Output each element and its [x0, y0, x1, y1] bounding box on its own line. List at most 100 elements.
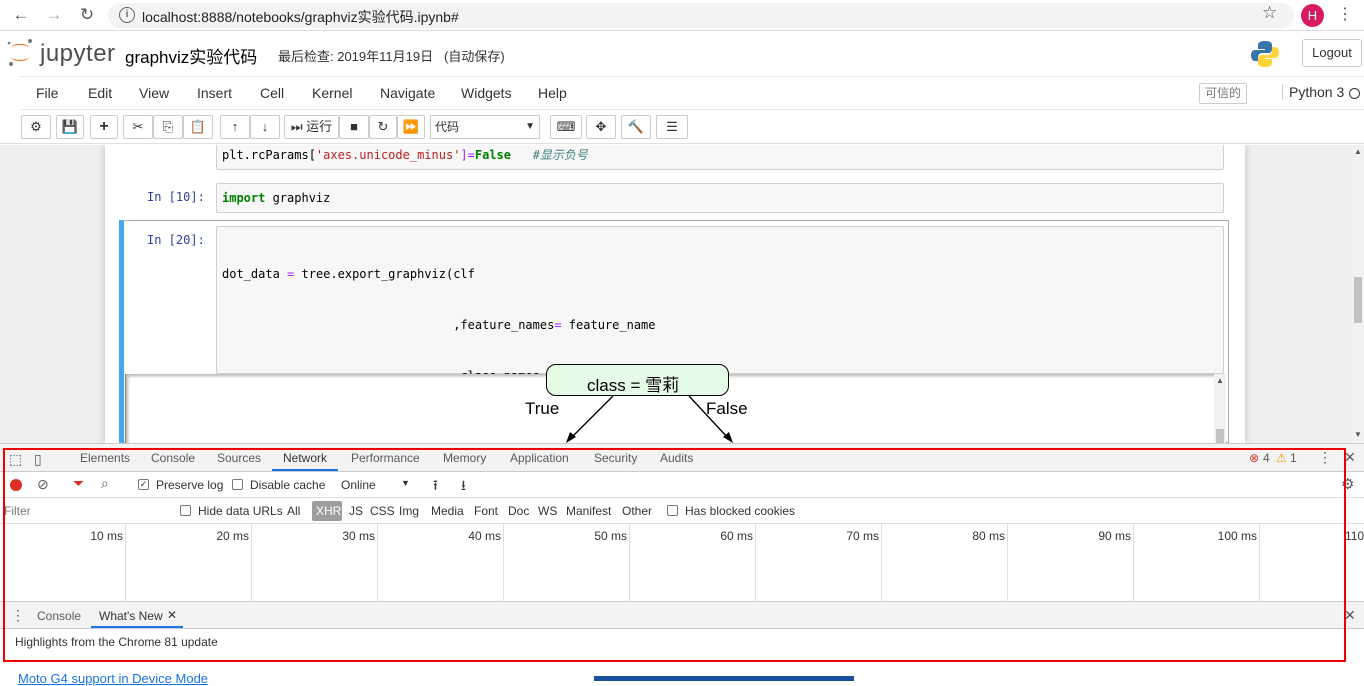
type-manifest[interactable]: Manifest — [566, 504, 611, 518]
type-ws[interactable]: WS — [538, 504, 557, 518]
address-bar[interactable]: i localhost:8888/notebooks/graphviz实验代码.… — [108, 3, 1294, 28]
cell-10-prompt: In [10]: — [147, 190, 205, 204]
throttle-select[interactable]: Online — [341, 478, 376, 492]
site-info-icon[interactable]: i — [119, 7, 135, 23]
insert-cell-icon[interactable]: + — [90, 115, 118, 139]
warning-icon[interactable]: ⚠ — [1276, 451, 1287, 465]
cell-20-code[interactable]: dot_data = tree.export_graphviz(clf ,fea… — [216, 226, 1224, 434]
device-toolbar-icon[interactable]: ▯ — [34, 451, 42, 468]
error-count[interactable]: 4 — [1263, 451, 1270, 465]
tab-application[interactable]: Application — [510, 451, 569, 465]
import-har-icon[interactable]: ⭱ — [433, 475, 438, 499]
menu-insert[interactable]: Insert — [197, 85, 232, 101]
type-all[interactable]: All — [287, 504, 300, 518]
notebook-scrollbar[interactable]: ▲ ▼ — [1352, 145, 1364, 443]
output-area[interactable]: class = 雪莉 True False ▲ — [125, 364, 1226, 443]
drawer-tab-whats-new[interactable]: What's New — [99, 609, 163, 623]
trusted-indicator[interactable]: 可信的 — [1199, 83, 1248, 104]
type-img[interactable]: Img — [399, 504, 419, 518]
type-css[interactable]: CSS — [370, 504, 395, 518]
network-timeline[interactable]: 10 ms 20 ms 30 ms 40 ms 50 ms 60 ms 70 m… — [0, 524, 1364, 602]
disable-cache-checkbox[interactable] — [232, 479, 243, 490]
drawer-menu-icon[interactable]: ⋮ — [11, 607, 25, 624]
keyboard-icon[interactable]: ⌨ — [550, 115, 582, 139]
move-down-icon[interactable]: ↓ — [250, 115, 280, 139]
filter-funnel-icon[interactable]: ⏷ — [73, 475, 84, 492]
close-tab-icon[interactable]: ✕ — [167, 608, 177, 622]
tab-audits[interactable]: Audits — [660, 451, 693, 465]
drawer-tab-console[interactable]: Console — [37, 609, 81, 623]
has-blocked-cookies-checkbox[interactable] — [667, 505, 678, 516]
jupyter-logo[interactable]: jupyter — [6, 37, 116, 67]
network-settings-gear-icon[interactable]: ⚙ — [1341, 475, 1354, 493]
reload-icon[interactable]: ↻ — [76, 4, 98, 26]
type-other[interactable]: Other — [622, 504, 652, 518]
export-har-icon[interactable]: ⭳ — [461, 475, 466, 499]
restart-run-all-icon[interactable]: ⏩ — [397, 115, 425, 139]
hide-data-urls-checkbox[interactable] — [180, 505, 191, 516]
output-scrollbar[interactable]: ▲ — [1214, 374, 1226, 443]
tab-network[interactable]: Network — [283, 451, 327, 465]
back-arrow-icon[interactable]: ← — [10, 4, 32, 26]
timeline-label: 70 ms — [846, 529, 879, 543]
forward-arrow-icon[interactable]: → — [43, 4, 65, 26]
crosshair-icon[interactable]: ✥ — [586, 115, 616, 139]
devtools-menu-icon[interactable]: ⋮ — [1318, 449, 1332, 466]
previous-cell-code[interactable]: plt.rcParams['axes.unicode_minus']=False… — [216, 145, 1224, 170]
list-icon[interactable]: ☰ — [656, 115, 688, 139]
close-devtools-icon[interactable]: ✕ — [1344, 449, 1356, 466]
type-js[interactable]: JS — [349, 504, 363, 518]
bookmark-star-icon[interactable]: ☆ — [1262, 3, 1277, 23]
tab-sources[interactable]: Sources — [217, 451, 261, 465]
type-doc[interactable]: Doc — [508, 504, 529, 518]
tab-elements[interactable]: Elements — [80, 451, 130, 465]
type-xhr-active[interactable]: XHR — [312, 501, 342, 521]
restart-icon[interactable]: ↻ — [369, 115, 397, 139]
run-button[interactable]: ⏭ 运行 — [284, 115, 339, 139]
cell-10-code[interactable]: import graphviz — [216, 183, 1224, 213]
scroll-down-icon[interactable]: ▼ — [1354, 430, 1362, 439]
preserve-log-checkbox[interactable]: ✓ — [138, 479, 149, 490]
notebook-scroll-thumb[interactable] — [1354, 277, 1362, 323]
notebook-name[interactable]: graphviz实验代码 — [125, 43, 257, 68]
menu-kernel[interactable]: Kernel — [312, 85, 352, 101]
chevron-down-icon[interactable]: ▼ — [401, 478, 410, 488]
menu-widgets[interactable]: Widgets — [461, 85, 512, 101]
cell-type-select[interactable]: 代码 ▼ — [430, 115, 540, 139]
whats-new-link[interactable]: Moto G4 support in Device Mode — [18, 671, 208, 686]
menu-view[interactable]: View — [139, 85, 169, 101]
inspect-element-icon[interactable]: ⬚ — [9, 451, 22, 468]
menu-file[interactable]: File — [36, 85, 59, 101]
warning-count[interactable]: 1 — [1290, 451, 1297, 465]
logout-button[interactable]: Logout — [1302, 39, 1362, 67]
paste-icon[interactable]: 📋 — [183, 115, 213, 139]
menu-cell[interactable]: Cell — [260, 85, 284, 101]
cut-icon[interactable]: ✂ — [123, 115, 153, 139]
kernel-settings-icon[interactable]: ⚙ — [21, 115, 51, 139]
tab-memory[interactable]: Memory — [443, 451, 486, 465]
browser-menu-icon[interactable]: ⋮ — [1337, 4, 1353, 24]
menu-navigate[interactable]: Navigate — [380, 85, 435, 101]
menu-help[interactable]: Help — [538, 85, 567, 101]
error-icon[interactable]: ⊗ — [1249, 451, 1259, 465]
interrupt-icon[interactable]: ■ — [339, 115, 369, 139]
save-icon[interactable]: 💾 — [56, 115, 84, 139]
tab-performance[interactable]: Performance — [351, 451, 420, 465]
search-icon[interactable]: ⌕ — [101, 475, 109, 492]
output-scroll-thumb[interactable] — [1216, 429, 1224, 443]
menu-edit[interactable]: Edit — [88, 85, 112, 101]
clear-icon[interactable]: ⊘ — [37, 476, 49, 493]
move-up-icon[interactable]: ↑ — [220, 115, 250, 139]
scroll-up-icon[interactable]: ▲ — [1216, 376, 1224, 385]
copy-icon[interactable]: ⎘ — [153, 115, 183, 139]
scroll-up-icon[interactable]: ▲ — [1354, 147, 1362, 156]
type-media[interactable]: Media — [431, 504, 464, 518]
tab-security[interactable]: Security — [594, 451, 637, 465]
record-icon[interactable] — [10, 479, 22, 491]
tab-console[interactable]: Console — [151, 451, 195, 465]
type-font[interactable]: Font — [474, 504, 498, 518]
profile-avatar[interactable]: H — [1301, 4, 1324, 27]
close-drawer-icon[interactable]: ✕ — [1344, 607, 1356, 624]
hammer-icon[interactable]: 🔨 — [621, 115, 651, 139]
filter-input[interactable] — [4, 502, 166, 520]
